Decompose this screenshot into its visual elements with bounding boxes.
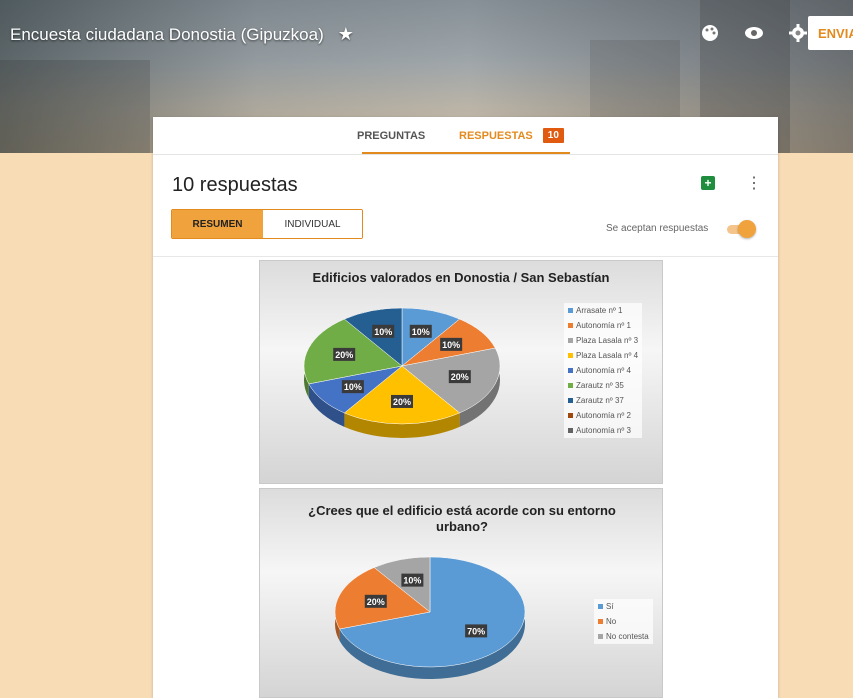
individual-button[interactable]: INDIVIDUAL <box>263 210 362 238</box>
star-icon[interactable]: ★ <box>338 24 354 45</box>
legend-item: Arrasate nº 1 <box>564 303 642 318</box>
legend-swatch <box>598 634 603 639</box>
legend-item: No contesta <box>594 629 653 644</box>
data-label: 10% <box>403 576 421 586</box>
legend-swatch <box>598 604 603 609</box>
eye-icon[interactable] <box>743 22 765 44</box>
legend-swatch <box>568 368 573 373</box>
legend-item: Autonomía nº 4 <box>564 363 642 378</box>
legend-label: Zarautz nº 35 <box>576 381 624 390</box>
responses-title: 10 respuestas <box>172 174 298 196</box>
palette-icon[interactable] <box>699 22 721 44</box>
chart-legend: Sí No No contesta <box>594 599 653 644</box>
send-button[interactable]: ENVIA <box>808 16 853 50</box>
legend-label: Sí <box>606 602 614 611</box>
legend-swatch <box>568 308 573 313</box>
legend-swatch <box>568 353 573 358</box>
legend-item: Zarautz nº 37 <box>564 393 642 408</box>
data-label: 10% <box>344 382 362 392</box>
legend-item: Autonomía nº 3 <box>564 423 642 438</box>
pie-chart-surroundings: 70% 20% 10% <box>334 556 526 679</box>
tab-bar: PREGUNTAS RESPUESTAS 10 <box>153 117 778 155</box>
data-label: 20% <box>451 372 469 382</box>
legend-item: Autonomía nº 1 <box>564 318 642 333</box>
summary-button[interactable]: RESUMEN <box>172 210 263 238</box>
legend-label: Arrasate nº 1 <box>576 306 623 315</box>
data-label: 20% <box>335 350 353 360</box>
legend-label: Autonomía nº 3 <box>576 426 631 435</box>
legend-label: Zarautz nº 37 <box>576 396 624 405</box>
legend-swatch <box>568 428 573 433</box>
pie-chart-buildings: 10% 10% 20% 20% 10% 20% 10% <box>303 307 501 438</box>
tab-questions[interactable]: PREGUNTAS <box>357 117 425 154</box>
legend-item: No <box>594 614 653 629</box>
form-title[interactable]: Encuesta ciudadana Donostia (Gipuzkoa) <box>10 25 324 45</box>
data-label: 20% <box>367 597 385 607</box>
data-label: 70% <box>467 626 485 636</box>
tab-questions-label: PREGUNTAS <box>357 129 426 142</box>
chart-title: ¿Crees que el edificio está acorde con s… <box>308 503 616 534</box>
legend-item: Plaza Lasala nº 4 <box>564 348 642 363</box>
legend-label: Autonomía nº 2 <box>576 411 631 420</box>
gear-icon[interactable] <box>787 22 809 44</box>
chart-legend: Arrasate nº 1 Autonomía nº 1 Plaza Lasala … <box>564 303 643 438</box>
more-vert-icon[interactable]: ⋮ <box>746 173 762 193</box>
legend-swatch <box>568 398 573 403</box>
legend-swatch <box>568 413 573 418</box>
legend-label: Plaza Lasala nº 3 <box>576 336 639 345</box>
legend-swatch <box>568 383 573 388</box>
tab-responses[interactable]: RESPUESTAS 10 <box>459 117 564 154</box>
legend-swatch <box>598 619 603 624</box>
legend-label: Plaza Lasala nº 4 <box>576 351 639 360</box>
chart-title: Edificios valorados en Donostia / San Se… <box>312 270 610 285</box>
data-label: 10% <box>442 340 460 350</box>
accepting-responses-label: Se aceptan respuestas <box>606 223 709 234</box>
responses-count-badge: 10 <box>542 128 564 143</box>
data-label: 10% <box>374 327 392 337</box>
legend-item: Autonomía nº 2 <box>564 408 642 423</box>
chart-surroundings: ¿Crees que el edificio está acorde con s… <box>259 488 663 698</box>
chart-buildings: Edificios valorados en Donostia / San Se… <box>259 260 663 484</box>
divider <box>153 256 778 257</box>
responses-card: PREGUNTAS RESPUESTAS 10 10 respuestas + … <box>153 117 778 698</box>
legend-label: No contesta <box>606 632 649 641</box>
legend-swatch <box>568 338 573 343</box>
data-label: 10% <box>412 327 430 337</box>
data-label: 20% <box>393 397 411 407</box>
legend-label: No <box>606 617 617 626</box>
legend-item: Zarautz nº 35 <box>564 378 642 393</box>
view-toggle: RESUMEN INDIVIDUAL <box>171 209 363 239</box>
legend-swatch <box>568 323 573 328</box>
legend-item: Plaza Lasala nº 3 <box>564 333 642 348</box>
accepting-toggle-knob[interactable] <box>738 220 756 238</box>
active-tab-indicator <box>362 152 570 154</box>
tab-responses-label: RESPUESTAS <box>459 129 533 142</box>
legend-label: Autonomía nº 4 <box>576 366 631 375</box>
legend-item: Sí <box>594 599 653 614</box>
sheets-icon[interactable]: + <box>701 176 715 190</box>
legend-label: Autonomía nº 1 <box>576 321 631 330</box>
